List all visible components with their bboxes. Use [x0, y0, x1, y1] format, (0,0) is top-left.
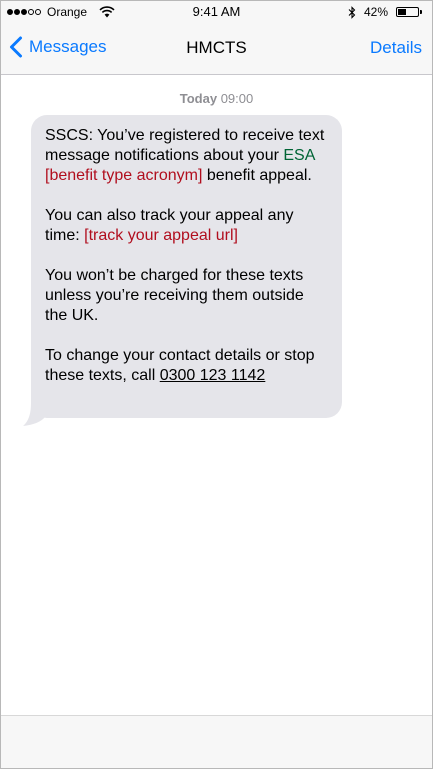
timestamp-time: 09:00 [220, 91, 254, 106]
message-text: benefit appeal. [202, 167, 312, 184]
benefit-type-text: ESA [283, 147, 316, 164]
phone-number-link[interactable]: 0300 123 1142 [160, 367, 266, 384]
battery-percentage: 42% [363, 5, 388, 19]
timestamp-day: Today [179, 91, 218, 106]
message-paragraph: You won’t be charged for these texts unl… [45, 266, 328, 326]
phone-screen: Orange 9:41 AM 42% Messages HMCTS Detail… [0, 0, 433, 769]
conversation-title: HMCTS [186, 38, 247, 57]
bluetooth-icon [348, 5, 356, 19]
benefit-acronym-placeholder: [benefit type acronym] [45, 167, 203, 184]
track-url-placeholder[interactable]: [track your appeal url] [84, 227, 238, 244]
message-text: You won’t be charged for these texts unl… [45, 267, 304, 324]
details-button[interactable]: Details [370, 38, 422, 58]
message-timestamp: Today 09:00 [1, 91, 432, 106]
status-right: 42% [348, 1, 422, 23]
message-paragraph: You can also track your appeal any time:… [45, 206, 328, 246]
message-paragraph: SSCS: You’ve registered to receive text … [45, 126, 328, 186]
status-bar: Orange 9:41 AM 42% [1, 1, 432, 23]
message-input-bar[interactable] [1, 715, 432, 768]
navigation-bar: Messages HMCTS Details [1, 23, 432, 75]
battery-icon [396, 7, 419, 17]
battery-cap [420, 10, 422, 14]
battery-level-fill [398, 9, 406, 15]
message-paragraph: To change your contact details or stop t… [45, 346, 328, 386]
incoming-message-bubble[interactable]: SSCS: You’ve registered to receive text … [31, 115, 342, 418]
